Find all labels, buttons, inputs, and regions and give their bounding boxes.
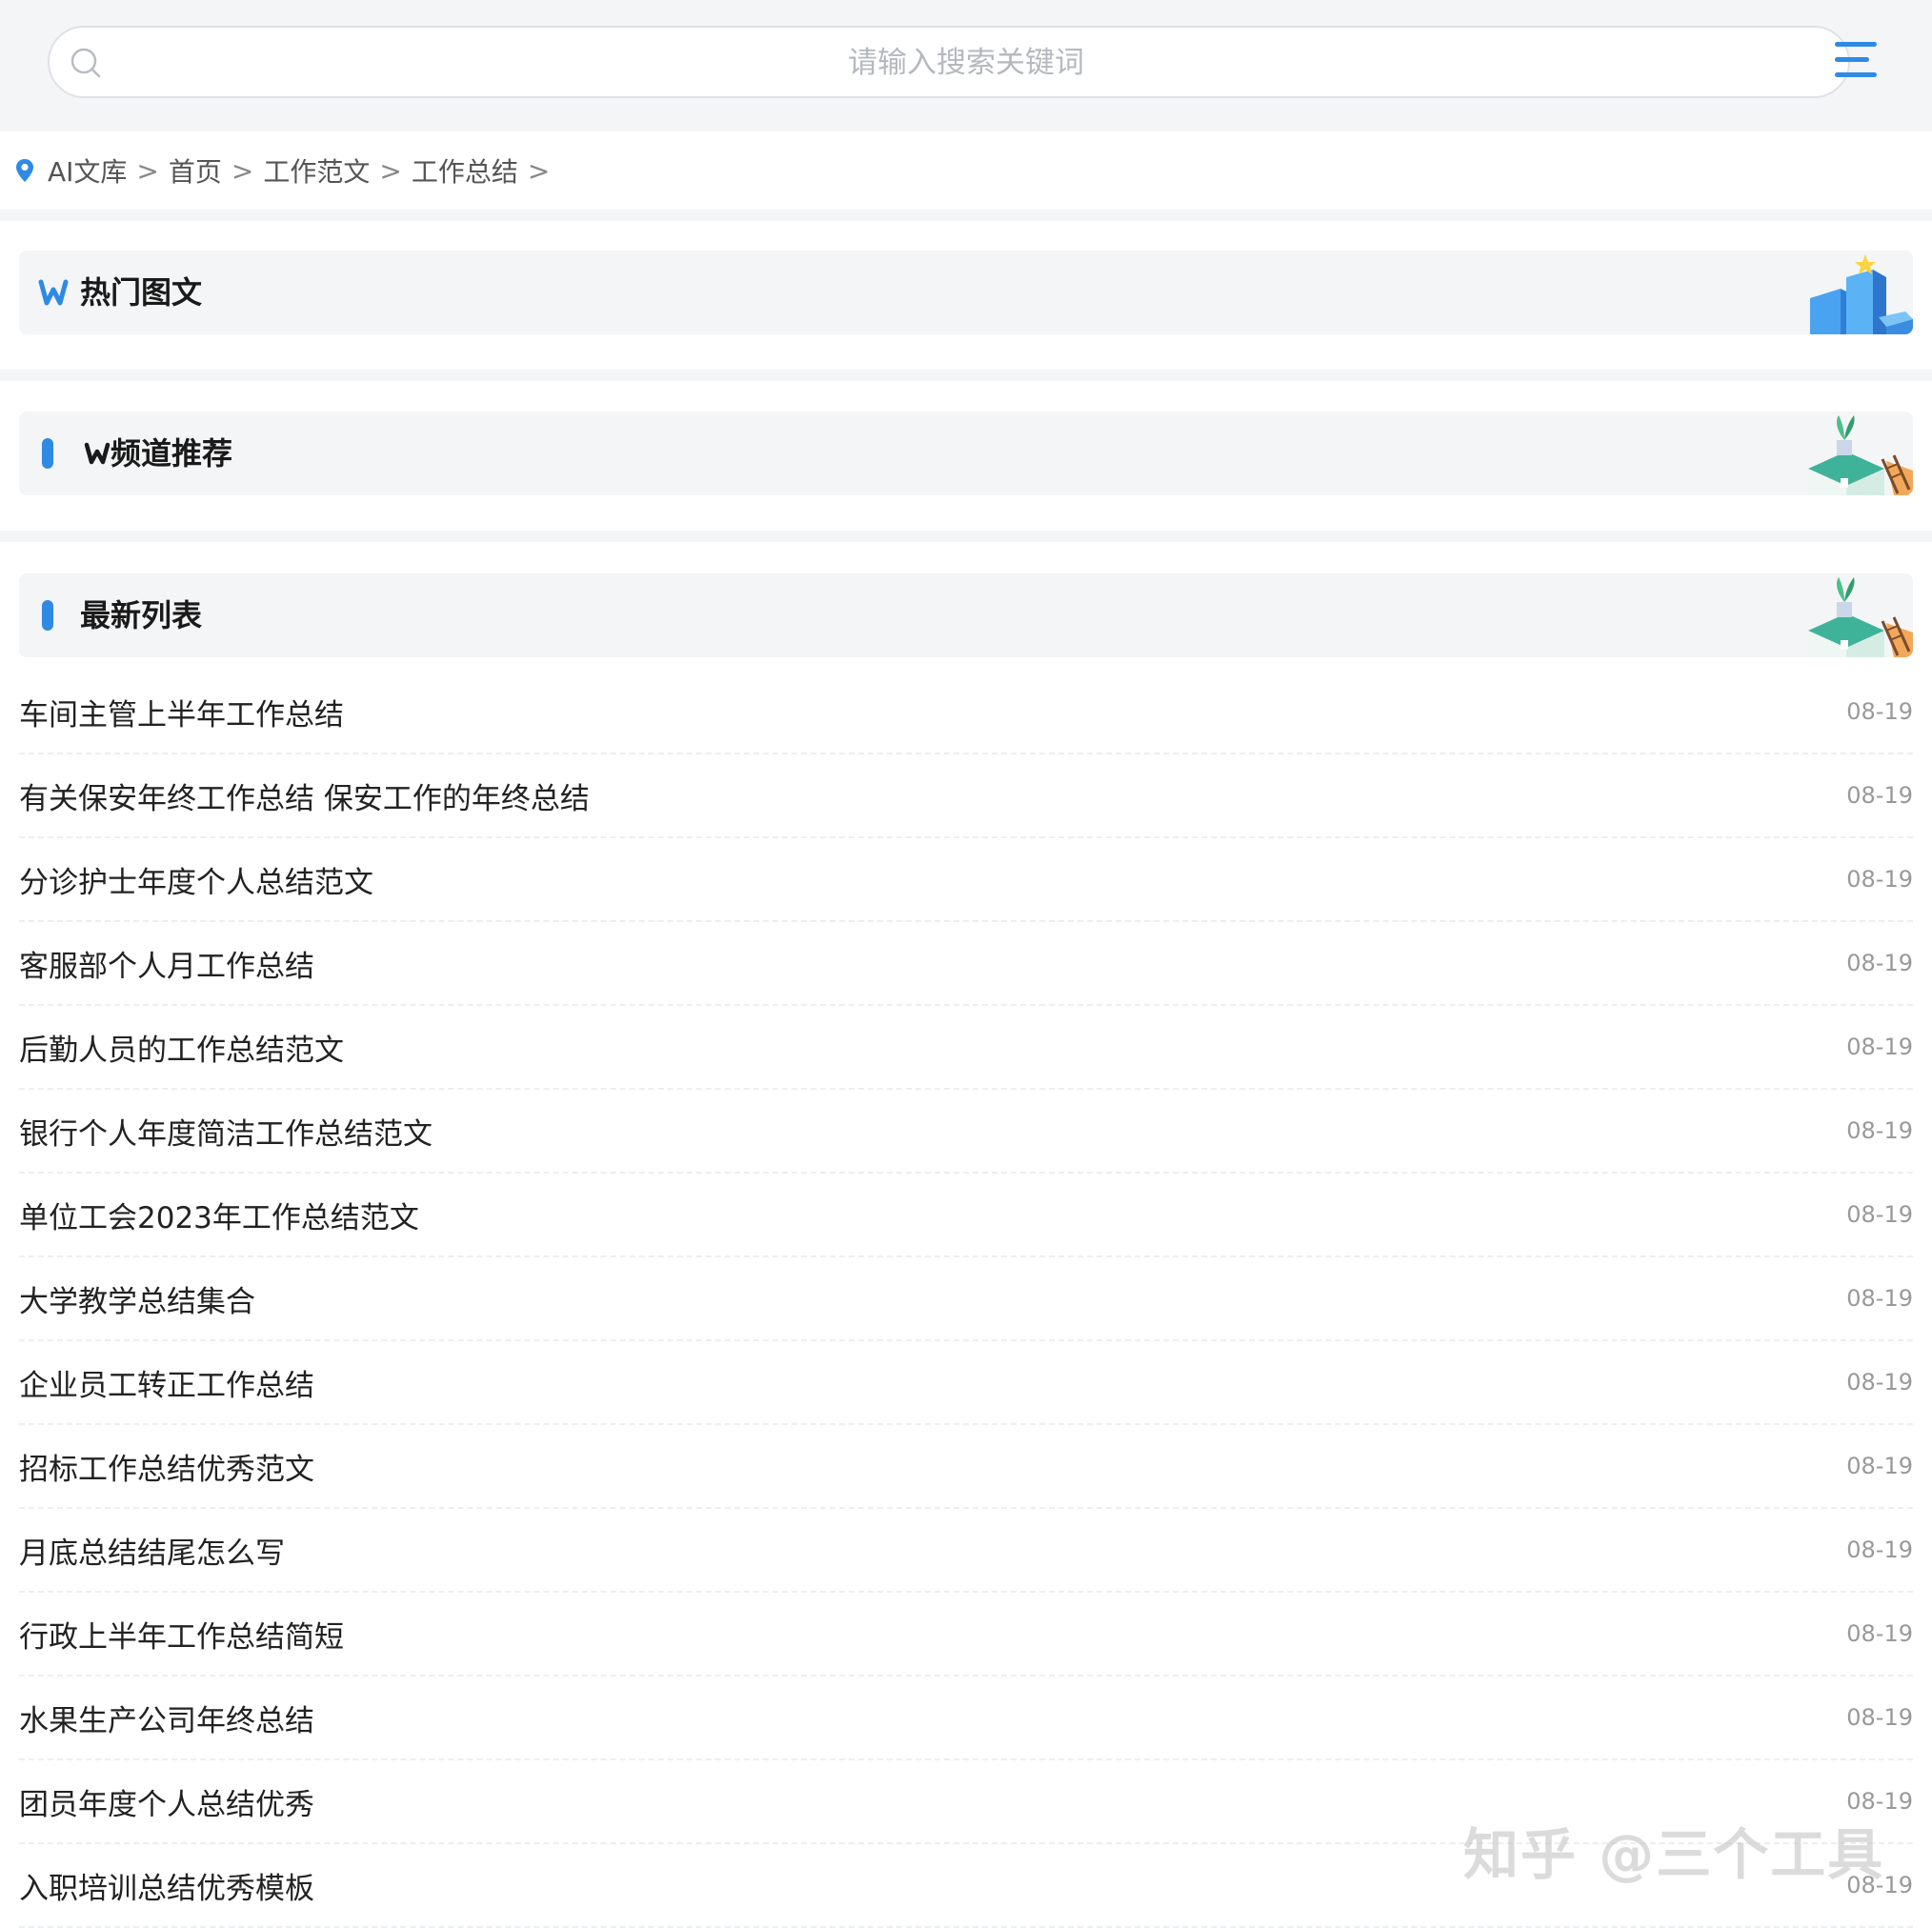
list-item-date: 08-19: [1846, 1034, 1913, 1060]
list-item-title[interactable]: 行政上半年工作总结简短: [19, 1613, 344, 1656]
list-item-title[interactable]: 后勤人员的工作总结范文: [19, 1026, 344, 1069]
breadcrumb-item-work-essays[interactable]: 工作范文: [263, 151, 370, 190]
breadcrumb-separator: >: [379, 154, 402, 187]
list-item[interactable]: 银行个人年度简洁工作总结范文 08-19: [19, 1090, 1913, 1174]
list-item[interactable]: 客服部个人月工作总结 08-19: [19, 922, 1913, 1006]
list-item-title[interactable]: 团员年度个人总结优秀: [19, 1780, 314, 1823]
list-item-date: 08-19: [1846, 1536, 1913, 1563]
breadcrumb: AI文库 > 首页 > 工作范文 > 工作总结 >: [0, 131, 1932, 210]
channel-recommend-title: 频道推荐: [111, 435, 233, 472]
menu-line: [1835, 42, 1877, 47]
list-item-date: 08-19: [1846, 1788, 1913, 1815]
list-item[interactable]: 月底总结结尾怎么写 08-19: [19, 1509, 1913, 1593]
list-item-date: 08-19: [1846, 866, 1913, 893]
section-bar-icon: [42, 600, 53, 631]
list-item-date: 08-19: [1846, 1369, 1913, 1396]
list-item-date: 08-19: [1846, 1704, 1913, 1731]
list-item[interactable]: 团员年度个人总结优秀 08-19: [19, 1760, 1913, 1844]
breadcrumb-separator: >: [231, 154, 254, 187]
section-divider: [0, 370, 1932, 381]
list-item-date: 08-19: [1846, 950, 1913, 976]
list-item[interactable]: 行政上半年工作总结简短 08-19: [19, 1593, 1913, 1677]
list-item-title[interactable]: 入职培训总结优秀模板: [19, 1864, 314, 1907]
breadcrumb-separator: >: [136, 154, 159, 187]
list-item[interactable]: 车间主管上半年工作总结 08-19: [19, 671, 1913, 754]
list-item-date: 08-19: [1846, 1201, 1913, 1228]
breadcrumb-item-ai-library[interactable]: AI文库: [48, 151, 127, 190]
list-item-title[interactable]: 招标工作总结优秀范文: [19, 1445, 314, 1488]
list-item[interactable]: 单位工会2023年工作总结范文 08-19: [19, 1174, 1913, 1257]
hot-articles-title: 热门图文: [80, 274, 203, 311]
list-item-date: 08-19: [1846, 1620, 1913, 1647]
list-item[interactable]: 招标工作总结优秀范文 08-19: [19, 1425, 1913, 1509]
breadcrumb-item-home[interactable]: 首页: [169, 151, 222, 190]
list-item-date: 08-19: [1846, 782, 1913, 809]
top-header: [0, 0, 1932, 131]
section-divider: [0, 531, 1932, 542]
channel-recommend-header[interactable]: 频道推荐: [19, 412, 1913, 495]
search-icon[interactable]: [69, 46, 103, 80]
list-item-title[interactable]: 客服部个人月工作总结: [19, 942, 314, 985]
house-plant-ladder-icon: [1808, 415, 1913, 495]
w-logo-icon: [84, 442, 111, 465]
list-item[interactable]: 分诊护士年度个人总结范文 08-19: [19, 838, 1913, 922]
list-item[interactable]: 企业员工转正工作总结 08-19: [19, 1341, 1913, 1425]
list-item[interactable]: 后勤人员的工作总结范文 08-19: [19, 1006, 1913, 1090]
section-divider: [0, 210, 1932, 221]
search-input[interactable]: [126, 28, 1806, 98]
blue-cubes-star-icon: [1810, 254, 1913, 334]
w-logo-icon: [38, 279, 69, 306]
latest-article-list: 车间主管上半年工作总结 08-19 有关保安年终工作总结 保安工作的年终总结 0…: [19, 671, 1913, 1928]
latest-list-header[interactable]: 最新列表: [19, 573, 1913, 657]
list-item-title[interactable]: 分诊护士年度个人总结范文: [19, 858, 373, 901]
list-item[interactable]: 有关保安年终工作总结 保安工作的年终总结 08-19: [19, 754, 1913, 838]
list-item-date: 08-19: [1846, 698, 1913, 725]
list-item-title[interactable]: 有关保安年终工作总结 保安工作的年终总结: [19, 774, 590, 817]
list-item-title[interactable]: 大学教学总结集合: [19, 1277, 255, 1320]
breadcrumb-separator: >: [527, 154, 551, 187]
list-item[interactable]: 大学教学总结集合 08-19: [19, 1257, 1913, 1341]
list-item-date: 08-19: [1846, 1453, 1913, 1479]
menu-line: [1835, 72, 1877, 77]
list-item[interactable]: 水果生产公司年终总结 08-19: [19, 1677, 1913, 1760]
list-item-date: 08-19: [1846, 1117, 1913, 1144]
location-pin-icon: [16, 159, 33, 182]
hot-articles-header[interactable]: 热门图文: [19, 251, 1913, 334]
list-item-title[interactable]: 银行个人年度简洁工作总结范文: [19, 1110, 433, 1153]
list-item-date: 08-19: [1846, 1872, 1913, 1898]
latest-list-title: 最新列表: [80, 597, 203, 633]
list-item[interactable]: 入职培训总结优秀模板 08-19: [19, 1844, 1913, 1928]
list-item-title[interactable]: 单位工会2023年工作总结范文: [19, 1194, 419, 1236]
menu-icon[interactable]: [1835, 42, 1877, 82]
house-plant-ladder-icon: [1808, 577, 1913, 657]
breadcrumb-item-work-summary[interactable]: 工作总结: [412, 151, 518, 190]
list-item-date: 08-19: [1846, 1285, 1913, 1312]
menu-line: [1835, 57, 1869, 62]
list-item-title[interactable]: 企业员工转正工作总结: [19, 1361, 314, 1404]
list-item-title[interactable]: 车间主管上半年工作总结: [19, 691, 344, 733]
list-item-title[interactable]: 水果生产公司年终总结: [19, 1697, 314, 1739]
section-bar-icon: [42, 438, 53, 469]
search-bar[interactable]: [48, 26, 1850, 98]
list-item-title[interactable]: 月底总结结尾怎么写: [19, 1529, 285, 1572]
